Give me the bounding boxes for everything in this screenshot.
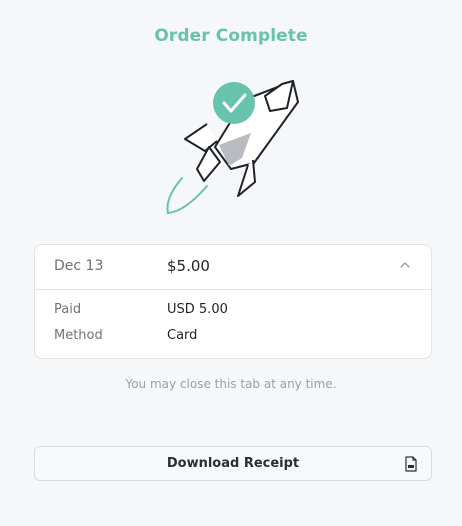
close-tab-note: You may close this tab at any time. [125, 377, 337, 391]
paid-value: USD 5.00 [167, 302, 228, 317]
rocket-icon [166, 80, 299, 215]
order-summary-card: Dec 13 $5.00 Paid USD 5.00 Method Card [34, 244, 432, 359]
download-receipt-label: Download Receipt [166, 456, 300, 471]
chevron-up-icon[interactable] [397, 257, 413, 273]
method-label: Method [54, 328, 103, 343]
paid-label: Paid [54, 302, 82, 317]
method-value: Card [167, 328, 198, 343]
order-amount: $5.00 [167, 257, 210, 275]
order-complete-page: Order Complete Dec 13 $5.00 Paid USD 5.0… [0, 0, 462, 526]
check-icon [213, 82, 255, 124]
page-title: Order Complete [154, 26, 308, 46]
pdf-file-icon [405, 456, 417, 472]
download-receipt-button[interactable]: Download Receipt [34, 446, 432, 481]
order-date: Dec 13 [54, 258, 104, 274]
order-summary-header[interactable]: Dec 13 $5.00 [35, 245, 431, 290]
